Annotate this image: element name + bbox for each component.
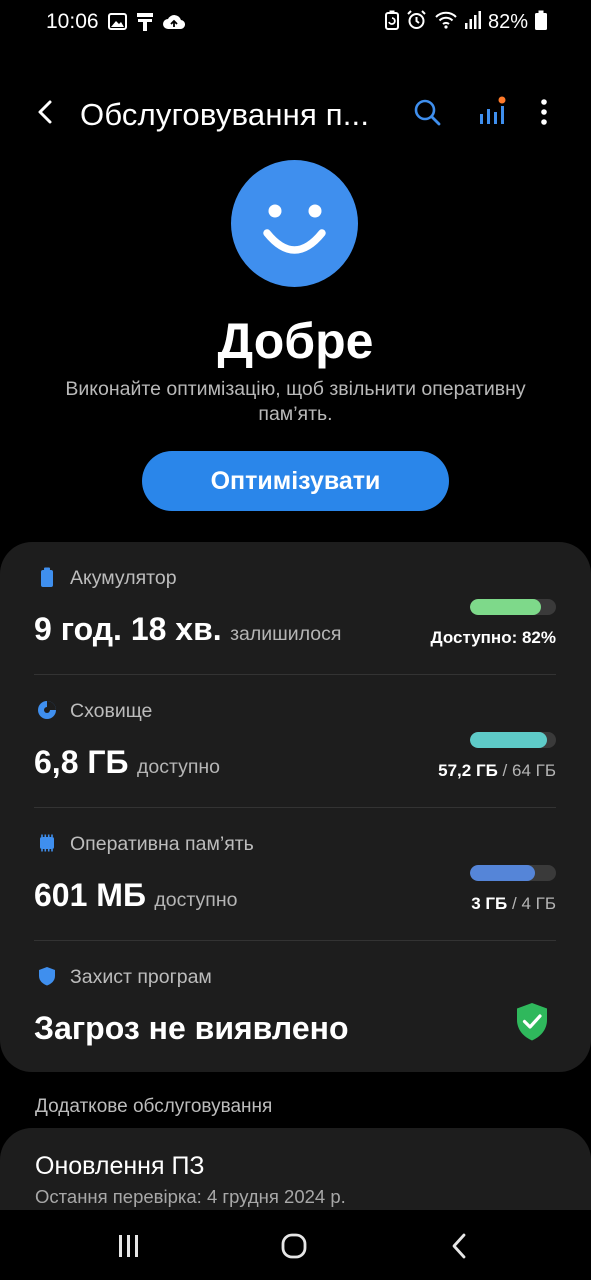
battery-icon — [535, 10, 547, 35]
search-button[interactable] — [411, 96, 443, 128]
alarm-icon — [406, 10, 427, 35]
home-button[interactable] — [278, 1230, 310, 1262]
back-button[interactable] — [30, 96, 62, 128]
search-icon — [414, 99, 441, 126]
software-update-title: Оновлення ПЗ — [35, 1152, 205, 1180]
battery-row[interactable]: Акумулятор 9 год. 18 хв. залишилося Дост… — [0, 542, 591, 674]
storage-usage: 57,2 ГБ / 64 ГБ — [438, 761, 556, 781]
memory-available: 601 МБ — [34, 877, 146, 913]
stats-button[interactable] — [476, 96, 508, 128]
back-icon — [452, 1233, 466, 1259]
protection-status: Загроз не виявлено — [34, 1010, 349, 1046]
usb-icon — [136, 12, 154, 36]
smiley-face-icon — [231, 160, 358, 287]
status-bar: 10:06 82% — [0, 0, 591, 44]
software-update-item[interactable]: Оновлення ПЗ Остання перевірка: 4 грудня… — [0, 1128, 591, 1210]
storage-label: Сховище — [70, 700, 153, 722]
home-icon — [281, 1233, 307, 1259]
device-care-card: Акумулятор 9 год. 18 хв. залишилося Дост… — [0, 542, 591, 1072]
memory-bar — [470, 865, 556, 881]
storage-available: 6,8 ГБ — [34, 744, 129, 780]
battery-bar-fill — [470, 599, 541, 615]
memory-value: 601 МБ доступно — [34, 877, 237, 914]
storage-bar-fill — [470, 732, 547, 748]
navigation-bar — [0, 1210, 591, 1280]
nav-back-button[interactable] — [444, 1230, 476, 1262]
additional-maintenance-header: Додаткове обслуговування — [35, 1096, 273, 1117]
storage-bar — [470, 732, 556, 748]
wifi-icon — [434, 11, 458, 34]
status-left-icons — [108, 12, 186, 36]
app-bar: Обслуговування п... — [0, 84, 591, 144]
shield-icon — [37, 966, 57, 986]
memory-used: 3 ГБ — [471, 894, 508, 913]
more-options-button[interactable] — [528, 96, 560, 128]
optimize-hint: Виконайте оптимізацію, щоб звільнити опе… — [65, 378, 526, 425]
battery-label: Акумулятор — [70, 567, 177, 589]
recents-icon — [119, 1235, 138, 1257]
storage-row[interactable]: Сховище 6,8 ГБ доступно 57,2 ГБ / 64 ГБ — [0, 675, 591, 807]
battery-available: Доступно: 82% — [431, 628, 556, 648]
more-vert-icon — [541, 99, 547, 125]
shield-check-icon — [514, 1001, 550, 1043]
protection-value: Загроз не виявлено — [34, 1010, 349, 1047]
status-time: 10:06 — [46, 10, 99, 33]
battery-percent: 82% — [487, 11, 528, 33]
memory-chip-icon — [37, 833, 57, 853]
protection-label: Захист програм — [70, 966, 212, 988]
battery-available-text: Доступно: 82% — [430, 628, 556, 647]
pie-chart-icon — [37, 700, 57, 720]
battery-icon — [37, 567, 57, 587]
stats-icon — [480, 96, 506, 124]
battery-value-suffix: залишилося — [230, 623, 342, 645]
device-status-title: Добре — [217, 313, 374, 369]
image-icon — [108, 13, 127, 35]
back-arrow-icon — [38, 100, 52, 124]
cloud-sync-icon — [163, 13, 186, 35]
memory-row[interactable]: Оперативна пам’ять 601 МБ доступно 3 ГБ … — [0, 808, 591, 940]
memory-label: Оперативна пам’ять — [70, 833, 254, 855]
memory-value-suffix: доступно — [154, 889, 238, 911]
app-protection-row[interactable]: Захист програм Загроз не виявлено — [0, 941, 591, 1073]
signal-icon — [464, 11, 481, 34]
software-update-subtitle: Остання перевірка: 4 грудня 2024 р. — [35, 1186, 346, 1207]
battery-value: 9 год. 18 хв. залишилося — [34, 611, 341, 648]
storage-total: / 64 ГБ — [502, 761, 556, 780]
battery-bar — [470, 599, 556, 615]
optimize-button[interactable]: Оптимізувати — [142, 451, 449, 511]
status-right-icons: 82% — [384, 10, 547, 35]
battery-saver-icon — [384, 10, 399, 35]
storage-value: 6,8 ГБ доступно — [34, 744, 220, 781]
memory-usage: 3 ГБ / 4 ГБ — [471, 894, 556, 914]
page-title: Обслуговування п... — [80, 97, 370, 132]
memory-total: / 4 ГБ — [512, 894, 556, 913]
recents-button[interactable] — [112, 1230, 144, 1262]
storage-value-suffix: доступно — [136, 756, 221, 778]
memory-bar-fill — [470, 865, 535, 881]
storage-used: 57,2 ГБ — [438, 761, 498, 780]
battery-time-remaining: 9 год. 18 хв. — [34, 611, 222, 647]
